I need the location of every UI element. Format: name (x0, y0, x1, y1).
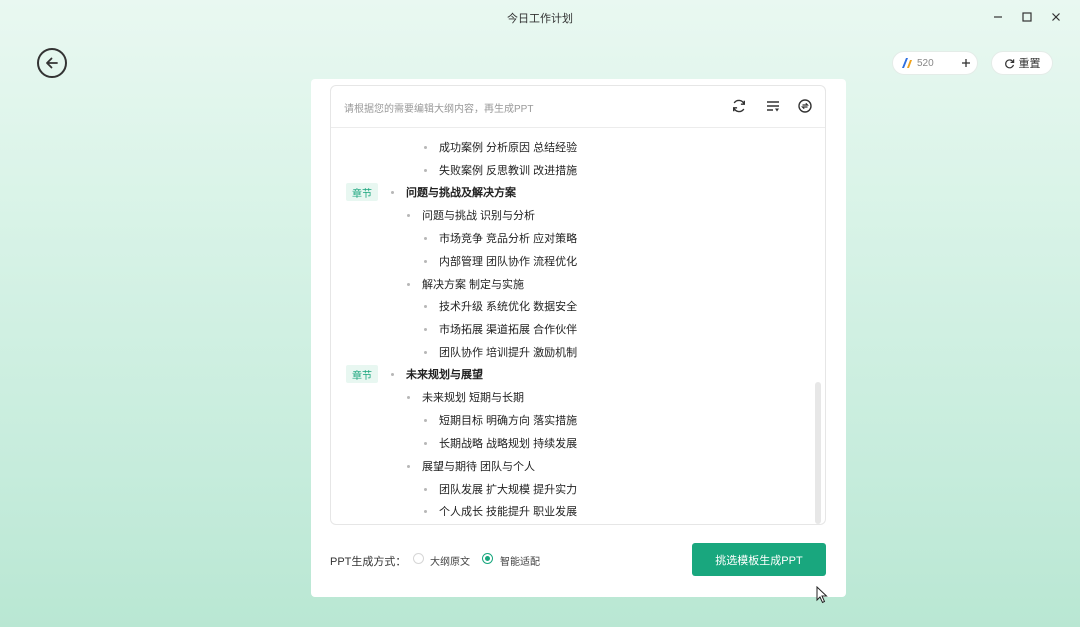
close-button[interactable] (1044, 6, 1068, 28)
back-button[interactable] (37, 48, 67, 78)
bullet-icon (424, 350, 427, 354)
mode-radio-outline-original[interactable] (413, 553, 424, 564)
chapter-tag: 章节 (346, 365, 378, 383)
bullet-icon (407, 282, 410, 286)
mode-radio-label: 大纲原文 (430, 557, 470, 568)
bullet-icon (424, 487, 427, 491)
bullet-icon (424, 327, 427, 331)
credits-badge: 520 (892, 51, 978, 75)
outline-card: 请根据您的需要编辑大纲内容，再生成PPT 成功案例 分析原因 总结经验 失败案例… (311, 79, 846, 597)
bullet-icon (424, 236, 427, 240)
outline-list: 成功案例 分析原因 总结经验 失败案例 反思教训 改进措施 章节 问题与挑战及解… (331, 128, 825, 524)
outline-item[interactable]: 短期目标 明确方向 落实措施 (424, 409, 577, 431)
outline-item[interactable]: 内部管理 团队协作 流程优化 (424, 250, 577, 272)
credits-logo-icon (901, 57, 913, 69)
credits-value: 520 (917, 57, 934, 69)
title-bar: 今日工作计划 (0, 0, 1080, 34)
editor-header: 请根据您的需要编辑大纲内容，再生成PPT (331, 86, 825, 128)
bullet-icon (424, 304, 427, 308)
reset-button[interactable]: 重置 (991, 51, 1053, 75)
outline-section[interactable]: 未来规划 短期与长期 (407, 386, 524, 408)
bullet-icon (391, 190, 394, 194)
maximize-button[interactable] (1015, 6, 1039, 28)
minimize-icon (994, 16, 1002, 18)
minimize-button[interactable] (986, 6, 1010, 28)
outline-item[interactable]: 技术升级 系统优化 数据安全 (424, 295, 577, 317)
close-icon (1052, 13, 1060, 21)
list-collapse-icon (767, 101, 779, 112)
editor-scrollbar[interactable] (815, 382, 821, 524)
bullet-icon (407, 213, 410, 217)
window-title: 今日工作计划 (507, 13, 573, 25)
bullet-icon (424, 168, 427, 172)
generate-mode-label: PPT生成方式： (330, 556, 407, 568)
outline-item[interactable]: 市场拓展 渠道拓展 合作伙伴 (424, 318, 577, 340)
mode-radio-label: 智能适配 (500, 557, 540, 568)
add-credits-button[interactable] (957, 54, 975, 72)
generate-ppt-button[interactable]: 挑选模板生成PPT (692, 543, 826, 576)
bullet-icon (407, 464, 410, 468)
switch-icon (798, 99, 812, 113)
outline-section[interactable]: 解决方案 制定与实施 (407, 273, 524, 295)
bullet-icon (407, 395, 410, 399)
bullet-icon (424, 259, 427, 263)
outline-item[interactable]: 成功案例 分析原因 总结经验 (424, 136, 577, 158)
outline-item[interactable]: 长期战略 战略规划 持续发展 (424, 432, 577, 454)
bullet-icon (424, 509, 427, 513)
outline-editor: 请根据您的需要编辑大纲内容，再生成PPT 成功案例 分析原因 总结经验 失败案例… (330, 85, 826, 525)
outline-item[interactable]: 团队发展 扩大规模 提升实力 (424, 478, 577, 500)
outline-item[interactable]: 个人成长 技能提升 职业发展 (424, 500, 577, 522)
mode-radio-smart-fit[interactable] (482, 553, 493, 564)
regenerate-button[interactable] (729, 96, 749, 116)
editor-hint: 请根据您的需要编辑大纲内容，再生成PPT (344, 104, 534, 115)
bullet-icon (391, 372, 394, 376)
outline-item[interactable]: 市场竞争 竞品分析 应对策略 (424, 227, 577, 249)
reset-label: 重置 (1018, 58, 1041, 70)
mouse-cursor-icon (816, 585, 828, 609)
bullet-icon (424, 418, 427, 422)
expand-collapse-button[interactable] (763, 96, 783, 116)
switch-button[interactable] (795, 96, 815, 116)
outline-section[interactable]: 问题与挑战 识别与分析 (407, 204, 535, 226)
plus-icon (962, 59, 970, 67)
outline-section[interactable]: 展望与期待 团队与个人 (407, 455, 535, 477)
outline-chapter[interactable]: 未来规划与展望 (391, 363, 483, 385)
regenerate-icon (733, 99, 745, 113)
outline-item[interactable]: 团队协作 培训提升 激励机制 (424, 341, 577, 363)
refresh-icon (1004, 58, 1015, 69)
chapter-tag: 章节 (346, 183, 378, 201)
bullet-icon (424, 441, 427, 445)
outline-item[interactable]: 失败案例 反思教训 改进措施 (424, 159, 577, 181)
maximize-icon (1022, 12, 1032, 22)
arrow-left-icon (46, 57, 58, 69)
bullet-icon (424, 145, 427, 149)
outline-chapter[interactable]: 问题与挑战及解决方案 (391, 181, 516, 203)
